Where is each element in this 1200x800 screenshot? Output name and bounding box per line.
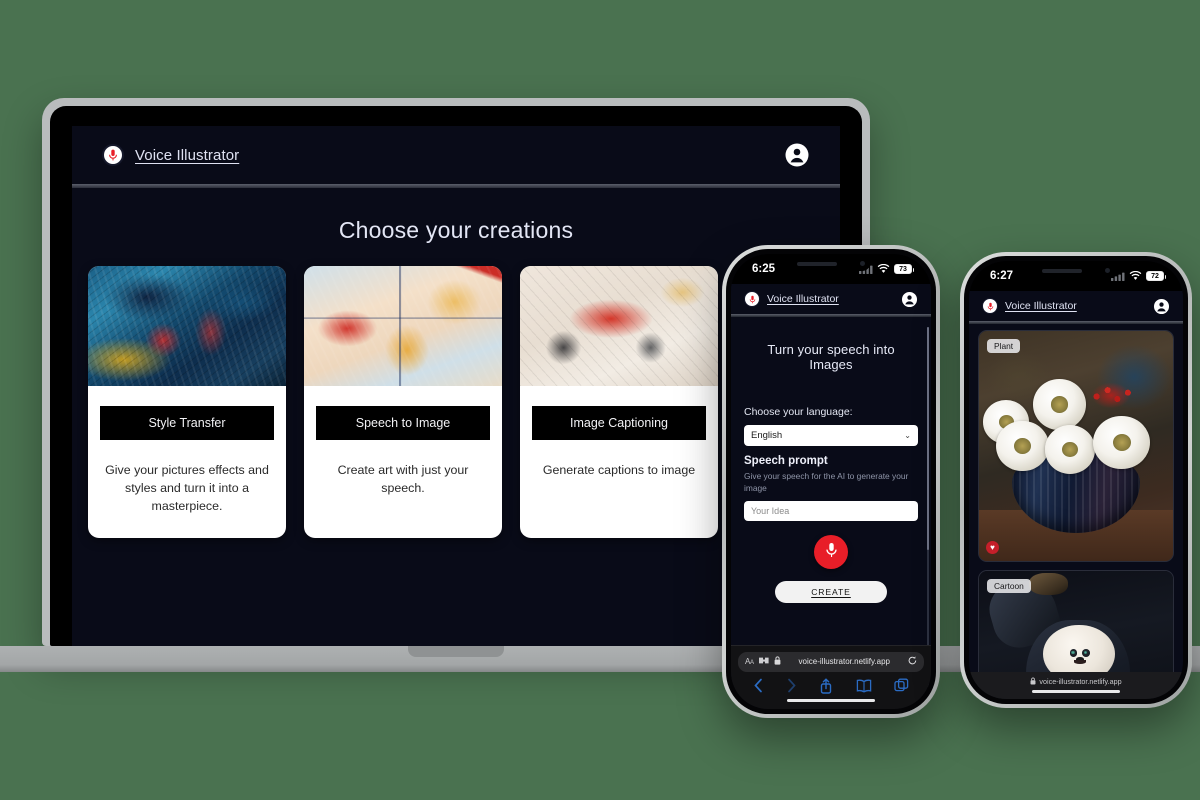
- brand-name: Voice Illustrator: [135, 146, 240, 164]
- style-transfer-button[interactable]: Style Transfer: [100, 406, 274, 440]
- tabs-icon[interactable]: [894, 678, 909, 693]
- aa-text-size-icon[interactable]: AA: [745, 657, 754, 666]
- brand-name: Voice Illustrator: [1005, 300, 1077, 312]
- creation-card[interactable]: Speech to Image Create art with just you…: [304, 266, 502, 538]
- card-description: Generate captions to image: [542, 463, 696, 477]
- dynamic-island: [792, 256, 870, 271]
- flower-petal: [1044, 425, 1096, 474]
- panda-paw: [1029, 572, 1069, 596]
- speaker-pill-icon: [797, 261, 837, 266]
- prompt-hint: Give your speech for the AI to generate …: [744, 471, 909, 494]
- microphone-icon: [744, 291, 760, 307]
- account-circle-icon[interactable]: [901, 291, 918, 308]
- safari-bottom-bar: AA voice-illustrator.netlify.app: [731, 644, 931, 709]
- brand-link[interactable]: Voice Illustrator: [102, 144, 239, 166]
- microphone-icon: [102, 144, 124, 166]
- language-select-value: English: [751, 430, 783, 441]
- phone-screen-middle: 6:25 73 Voice Illustrator Turn your spee…: [731, 254, 931, 709]
- status-bar: 6:25 73: [731, 254, 931, 284]
- battery-indicator: 72: [1146, 271, 1166, 281]
- language-label: Choose your language:: [744, 406, 853, 418]
- speaker-pill-icon: [1042, 268, 1082, 273]
- berries-detail: [1091, 386, 1139, 407]
- speech-to-image-button[interactable]: Speech to Image: [316, 406, 490, 440]
- status-time: 6:25: [752, 263, 776, 275]
- card-thumbnail-speech-to-image: [304, 266, 502, 386]
- safari-url-text: voice-illustrator.netlify.app: [798, 657, 890, 667]
- laptop-base-notch: [408, 646, 504, 657]
- dynamic-island: [1037, 263, 1115, 278]
- book-icon[interactable]: [856, 679, 872, 693]
- safari-address-bar[interactable]: AA voice-illustrator.netlify.app: [738, 651, 924, 672]
- scrollbar-thumb[interactable]: [927, 327, 929, 551]
- account-circle-icon[interactable]: [784, 142, 810, 168]
- phone-device-mockup-middle: 6:25 73 Voice Illustrator Turn your spee…: [722, 245, 940, 718]
- page-scrollbar[interactable]: [927, 327, 929, 687]
- flower-petal: [1033, 379, 1086, 430]
- creation-card[interactable]: Image Captioning Generate captions to im…: [520, 266, 718, 538]
- brand-link[interactable]: Voice Illustrator: [744, 291, 839, 307]
- screen-title: Turn your speech into Images: [767, 342, 895, 372]
- lock-icon: [774, 656, 781, 667]
- gallery-item[interactable]: Plant ♥: [978, 330, 1174, 562]
- page-title: Choose your creations: [338, 217, 574, 243]
- image-tag: Plant: [987, 339, 1021, 353]
- account-circle-icon[interactable]: [1153, 298, 1170, 315]
- phone-app-header: Voice Illustrator: [969, 291, 1183, 321]
- laptop-app-header: Voice Illustrator: [72, 126, 840, 184]
- home-indicator: [1032, 689, 1120, 693]
- phone-app-header: Voice Illustrator: [731, 284, 931, 314]
- record-microphone-button[interactable]: [814, 535, 848, 570]
- panda-mouth: [1073, 659, 1087, 665]
- home-indicator: [787, 698, 875, 702]
- microphone-icon: [982, 298, 998, 314]
- prompt-input[interactable]: Your Idea: [744, 501, 918, 522]
- brand-link[interactable]: Voice Illustrator: [982, 298, 1077, 314]
- prompt-label: Speech prompt: [744, 455, 828, 467]
- reload-icon[interactable]: [908, 656, 917, 667]
- image-tag: Cartoon: [987, 579, 1031, 593]
- gallery-image-plant: [979, 331, 1173, 561]
- image-captioning-button[interactable]: Image Captioning: [532, 406, 706, 440]
- phone-device-mockup-right: 6:27 72 Voice Illustrator Plant ♥ Cartoo…: [960, 252, 1192, 708]
- flower-petal: [996, 420, 1049, 472]
- card-description: Give your pictures effects and styles an…: [105, 463, 269, 513]
- card-thumbnail-style-transfer: [88, 266, 286, 386]
- front-camera-icon: [1105, 268, 1110, 273]
- safari-toolbar: [738, 672, 924, 696]
- chevron-right-icon[interactable]: [786, 678, 797, 693]
- lock-icon: [1030, 677, 1036, 687]
- safari-address-bar[interactable]: voice-illustrator.netlify.app: [969, 677, 1183, 687]
- creation-card[interactable]: Style Transfer Give your pictures effect…: [88, 266, 286, 538]
- card-description: Create art with just your speech.: [337, 463, 469, 495]
- safari-url-text: voice-illustrator.netlify.app: [1039, 677, 1122, 687]
- panda-eye: [1069, 649, 1078, 658]
- brand-name: Voice Illustrator: [767, 293, 839, 305]
- puzzle-extension-icon[interactable]: [758, 656, 769, 667]
- status-time: 6:27: [990, 270, 1014, 282]
- phone-screen-right: 6:27 72 Voice Illustrator Plant ♥ Cartoo…: [969, 261, 1183, 699]
- flower-petal: [1093, 416, 1150, 469]
- safari-bottom-bar: voice-illustrator.netlify.app: [969, 671, 1183, 699]
- battery-indicator: 73: [894, 264, 914, 274]
- language-select[interactable]: English ⌄: [744, 425, 918, 446]
- create-button[interactable]: CREATE: [775, 581, 887, 604]
- heart-icon[interactable]: ♥: [986, 541, 999, 554]
- chevron-left-icon[interactable]: [753, 678, 764, 693]
- microphone-icon: [825, 542, 838, 563]
- chevron-down-icon: ⌄: [904, 431, 911, 440]
- prompt-input-placeholder: Your Idea: [751, 506, 790, 517]
- image-gallery: Plant ♥ Cartoon: [969, 324, 1183, 699]
- status-bar: 6:27 72: [969, 261, 1183, 291]
- wifi-icon: [1129, 271, 1142, 281]
- panda-eye: [1081, 649, 1090, 658]
- share-icon[interactable]: [819, 677, 833, 694]
- front-camera-icon: [860, 261, 865, 266]
- wifi-icon: [877, 264, 890, 274]
- card-thumbnail-image-captioning: [520, 266, 718, 386]
